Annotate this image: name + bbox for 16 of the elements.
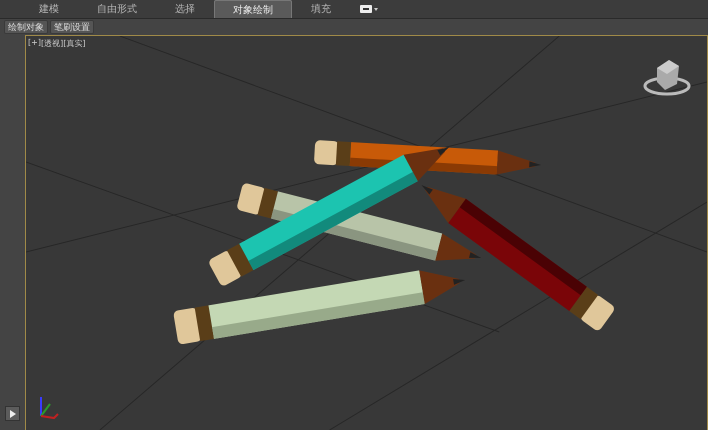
ribbon-tab[interactable]: 对象绘制: [214, 0, 292, 18]
play-icon: [9, 410, 16, 418]
ribbon-tab[interactable]: 自由形式: [78, 0, 156, 18]
play-button[interactable]: [5, 406, 20, 421]
viewport-label[interactable]: [透视]: [40, 38, 64, 49]
viewport[interactable]: [+][透视][真实]: [25, 35, 708, 430]
ribbon-tab[interactable]: 选择: [156, 0, 214, 18]
ribbon-tab[interactable]: 填充: [292, 0, 350, 18]
axis-gizmo-icon: [38, 394, 60, 420]
viewport-label[interactable]: [真实]: [63, 38, 86, 49]
panel-button[interactable]: 笔刷设置: [50, 20, 94, 34]
panel-button[interactable]: 绘制对象: [4, 20, 48, 34]
viewport-label[interactable]: [+]: [28, 38, 41, 49]
display-icon[interactable]: [360, 5, 372, 13]
ribbon-tab[interactable]: 建模: [20, 0, 78, 18]
dropdown-caret-icon[interactable]: [374, 7, 378, 11]
